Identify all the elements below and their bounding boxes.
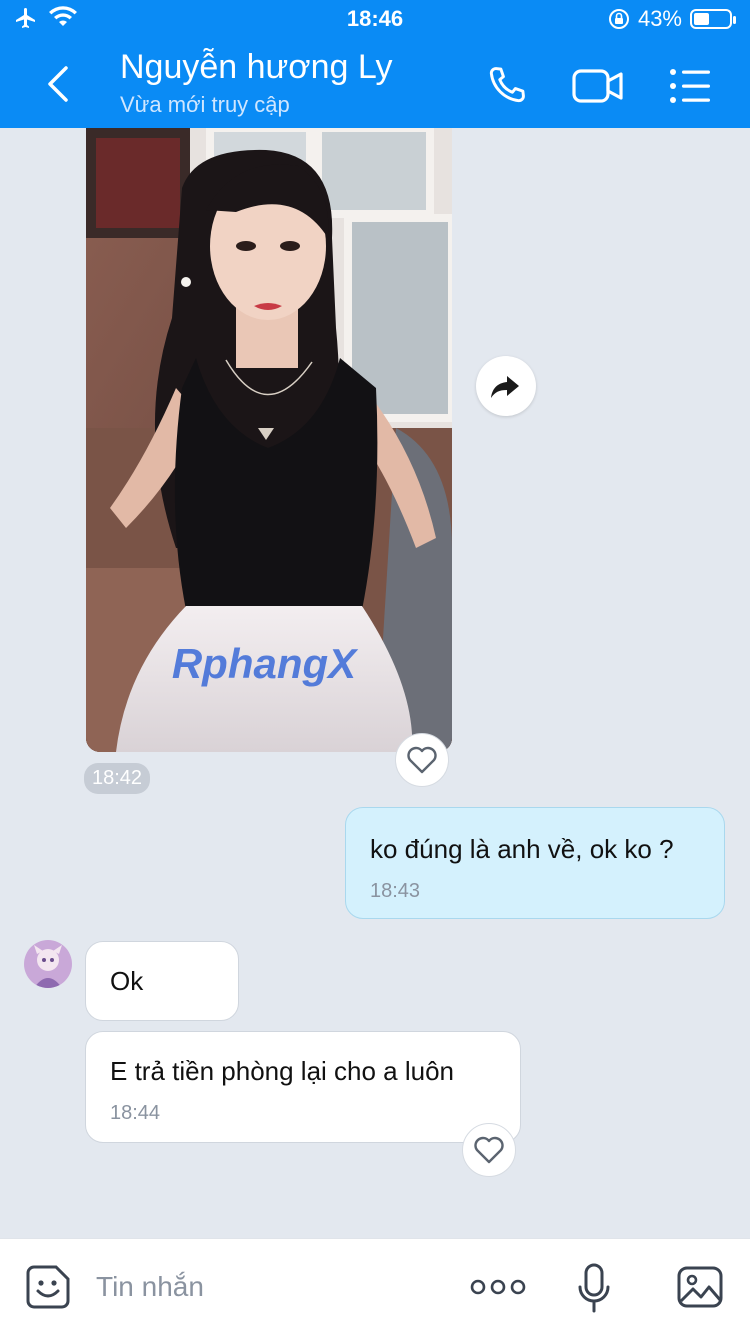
message-text: E trả tiền phòng lại cho a luôn (110, 1056, 455, 1086)
emoji-sticker-icon[interactable] (24, 1263, 72, 1311)
photo-content: RphangX (86, 128, 452, 752)
microphone-icon[interactable] (576, 1263, 612, 1313)
like-button[interactable] (462, 1123, 516, 1177)
their-message-bubble[interactable]: E trả tiền phòng lại cho a luôn 18:44 (85, 1031, 521, 1143)
photo-message[interactable]: RphangX (86, 128, 452, 752)
watermark-text: RphangX (172, 640, 359, 687)
rotation-lock-icon (608, 9, 629, 29)
their-message-bubble[interactable]: Ok (85, 941, 239, 1021)
more-dots-icon[interactable] (470, 1273, 526, 1301)
contact-presence: Vừa mới truy cập (120, 92, 290, 117)
message-time: 18:43 (370, 880, 421, 902)
video-camera-icon[interactable] (572, 64, 624, 108)
avatar[interactable] (24, 940, 72, 988)
contact-name[interactable]: Nguyễn hương Ly (120, 48, 393, 87)
like-button[interactable] (395, 733, 449, 787)
avatar-image (24, 940, 72, 988)
list-menu-icon[interactable] (668, 64, 712, 108)
chevron-left-icon[interactable] (40, 62, 80, 106)
share-button[interactable] (476, 356, 536, 416)
message-input[interactable]: Tin nhắn (96, 1271, 204, 1303)
message-time: 18:44 (110, 1102, 161, 1124)
message-composer: Tin nhắn (0, 1238, 750, 1335)
heart-icon (474, 1136, 504, 1164)
share-arrow-icon (491, 376, 519, 398)
battery-icon (690, 9, 736, 29)
message-text: ko đúng là anh về, ok ko ? (370, 834, 674, 864)
status-bar: 18:46 43% (0, 0, 750, 40)
image-message-time: 18:42 (84, 763, 151, 794)
gallery-icon[interactable] (676, 1263, 724, 1311)
message-text: Ok (110, 966, 144, 996)
heart-icon (407, 746, 437, 774)
battery-percent: 43% (637, 6, 682, 31)
battery-level (694, 13, 709, 25)
chat-header: 18:46 43% Nguyễn hương Ly Vừa mới truy c… (0, 0, 750, 128)
status-right: 43% (608, 6, 736, 32)
my-message-bubble[interactable]: ko đúng là anh về, ok ko ? 18:43 (345, 807, 725, 919)
phone-icon[interactable] (484, 64, 528, 108)
